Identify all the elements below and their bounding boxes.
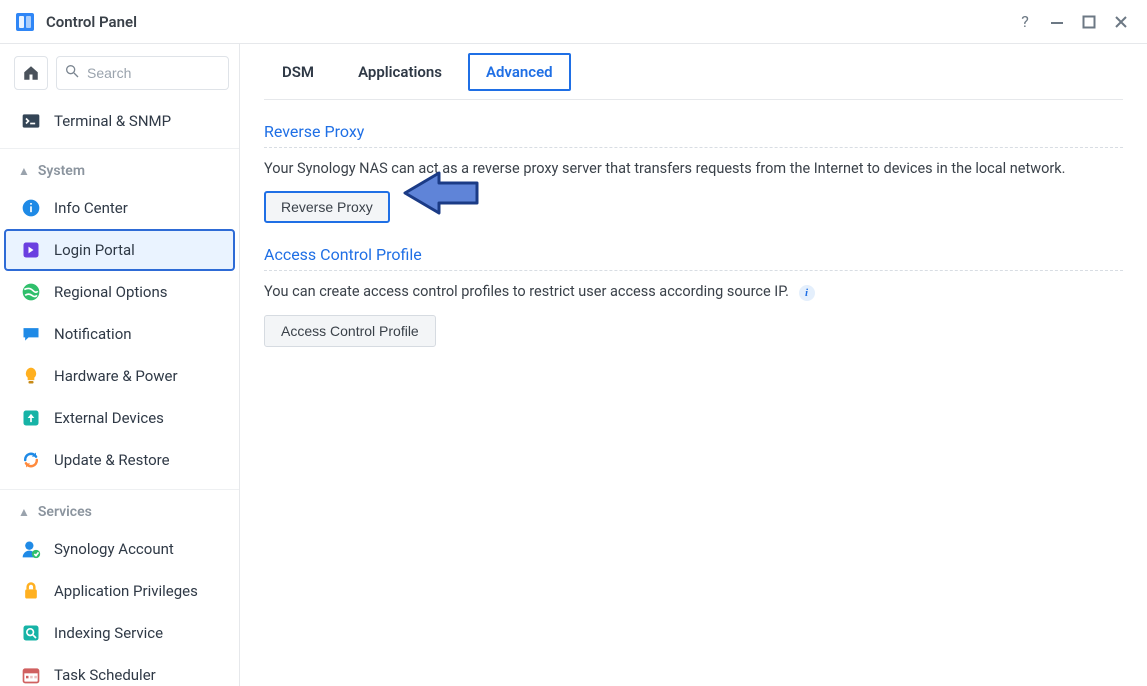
help-button[interactable]: ?: [1009, 6, 1041, 38]
home-button[interactable]: [14, 56, 48, 90]
refresh-icon: [20, 449, 42, 471]
sidebar-item-label: Synology Account: [54, 540, 174, 558]
app-icon: [14, 11, 36, 33]
sidebar-item-label: Info Center: [54, 199, 128, 217]
sidebar-group-head-services[interactable]: ▲ Services: [0, 504, 239, 528]
maximize-button[interactable]: [1073, 6, 1105, 38]
sidebar-item-info-center[interactable]: Info Center: [0, 187, 239, 229]
sidebar-item-update-restore[interactable]: Update & Restore: [0, 439, 239, 481]
sidebar-item-label: External Devices: [54, 409, 164, 427]
sidebar-item-application-privileges[interactable]: Application Privileges: [0, 570, 239, 612]
close-button[interactable]: [1105, 6, 1137, 38]
sidebar-item-terminal-snmp[interactable]: Terminal & SNMP: [0, 100, 239, 142]
section-desc-acp-text: You can create access control profiles t…: [264, 283, 789, 300]
chevron-up-icon: ▲: [18, 164, 30, 178]
sidebar-item-indexing-service[interactable]: Indexing Service: [0, 612, 239, 654]
sidebar-item-label: Hardware & Power: [54, 367, 178, 385]
titlebar: Control Panel ?: [0, 0, 1147, 44]
sidebar-item-hardware-power[interactable]: Hardware & Power: [0, 355, 239, 397]
section-title-acp: Access Control Profile: [264, 245, 1123, 264]
globe-icon: [20, 281, 42, 303]
section-desc-acp: You can create access control profiles t…: [264, 283, 1123, 301]
sidebar-group-services: ▲ Services Synology Account Application …: [0, 489, 239, 686]
sidebar-group-system: ▲ System Info Center Login Portal Re: [0, 148, 239, 483]
reverse-proxy-button[interactable]: Reverse Proxy: [264, 191, 390, 223]
sidebar-item-label: Update & Restore: [54, 451, 170, 469]
home-icon: [22, 64, 40, 82]
section-title-reverse-proxy: Reverse Proxy: [264, 122, 1123, 141]
sidebar-item-label: Regional Options: [54, 283, 168, 301]
tab-applications[interactable]: Applications: [340, 53, 460, 91]
chevron-up-icon: ▲: [18, 505, 30, 519]
info-icon[interactable]: i: [799, 285, 815, 301]
account-icon: [20, 538, 42, 560]
tabs: DSM Applications Advanced: [264, 44, 1123, 100]
sidebar-item-label: Login Portal: [54, 241, 135, 259]
info-icon: [20, 197, 42, 219]
sidebar-item-label: Notification: [54, 325, 132, 343]
terminal-icon: [20, 110, 42, 132]
search-field[interactable]: [56, 56, 229, 90]
section-divider: [264, 147, 1123, 148]
sidebar-group-label: System: [38, 163, 85, 179]
lock-icon: [20, 580, 42, 602]
sidebar-item-notification[interactable]: Notification: [0, 313, 239, 355]
tab-dsm[interactable]: DSM: [264, 53, 332, 91]
upload-device-icon: [20, 407, 42, 429]
sidebar-group-head-system[interactable]: ▲ System: [0, 163, 239, 187]
sidebar-item-login-portal[interactable]: Login Portal: [4, 229, 235, 271]
search-input[interactable]: [56, 56, 229, 90]
section-divider: [264, 270, 1123, 271]
sidebar-group-label: Services: [38, 504, 92, 520]
sidebar-item-label: Task Scheduler: [54, 666, 156, 684]
calendar-icon: [20, 664, 42, 686]
indexing-icon: [20, 622, 42, 644]
tab-advanced[interactable]: Advanced: [468, 53, 571, 91]
sidebar-item-external-devices[interactable]: External Devices: [0, 397, 239, 439]
sidebar-item-task-scheduler[interactable]: Task Scheduler: [0, 654, 239, 686]
sidebar: Terminal & SNMP ▲ System Info Center Log…: [0, 44, 240, 686]
minimize-button[interactable]: [1041, 6, 1073, 38]
bulb-icon: [20, 365, 42, 387]
sidebar-item-synology-account[interactable]: Synology Account: [0, 528, 239, 570]
sidebar-item-label: Indexing Service: [54, 624, 163, 642]
main-panel: DSM Applications Advanced Reverse Proxy …: [240, 44, 1147, 686]
login-portal-icon: [20, 239, 42, 261]
access-control-profile-button[interactable]: Access Control Profile: [264, 315, 436, 347]
section-desc-reverse-proxy: Your Synology NAS can act as a reverse p…: [264, 160, 1123, 177]
chat-icon: [20, 323, 42, 345]
window-title: Control Panel: [46, 13, 137, 31]
sidebar-item-label: Terminal & SNMP: [54, 112, 171, 130]
sidebar-item-regional-options[interactable]: Regional Options: [0, 271, 239, 313]
sidebar-item-label: Application Privileges: [54, 582, 198, 600]
